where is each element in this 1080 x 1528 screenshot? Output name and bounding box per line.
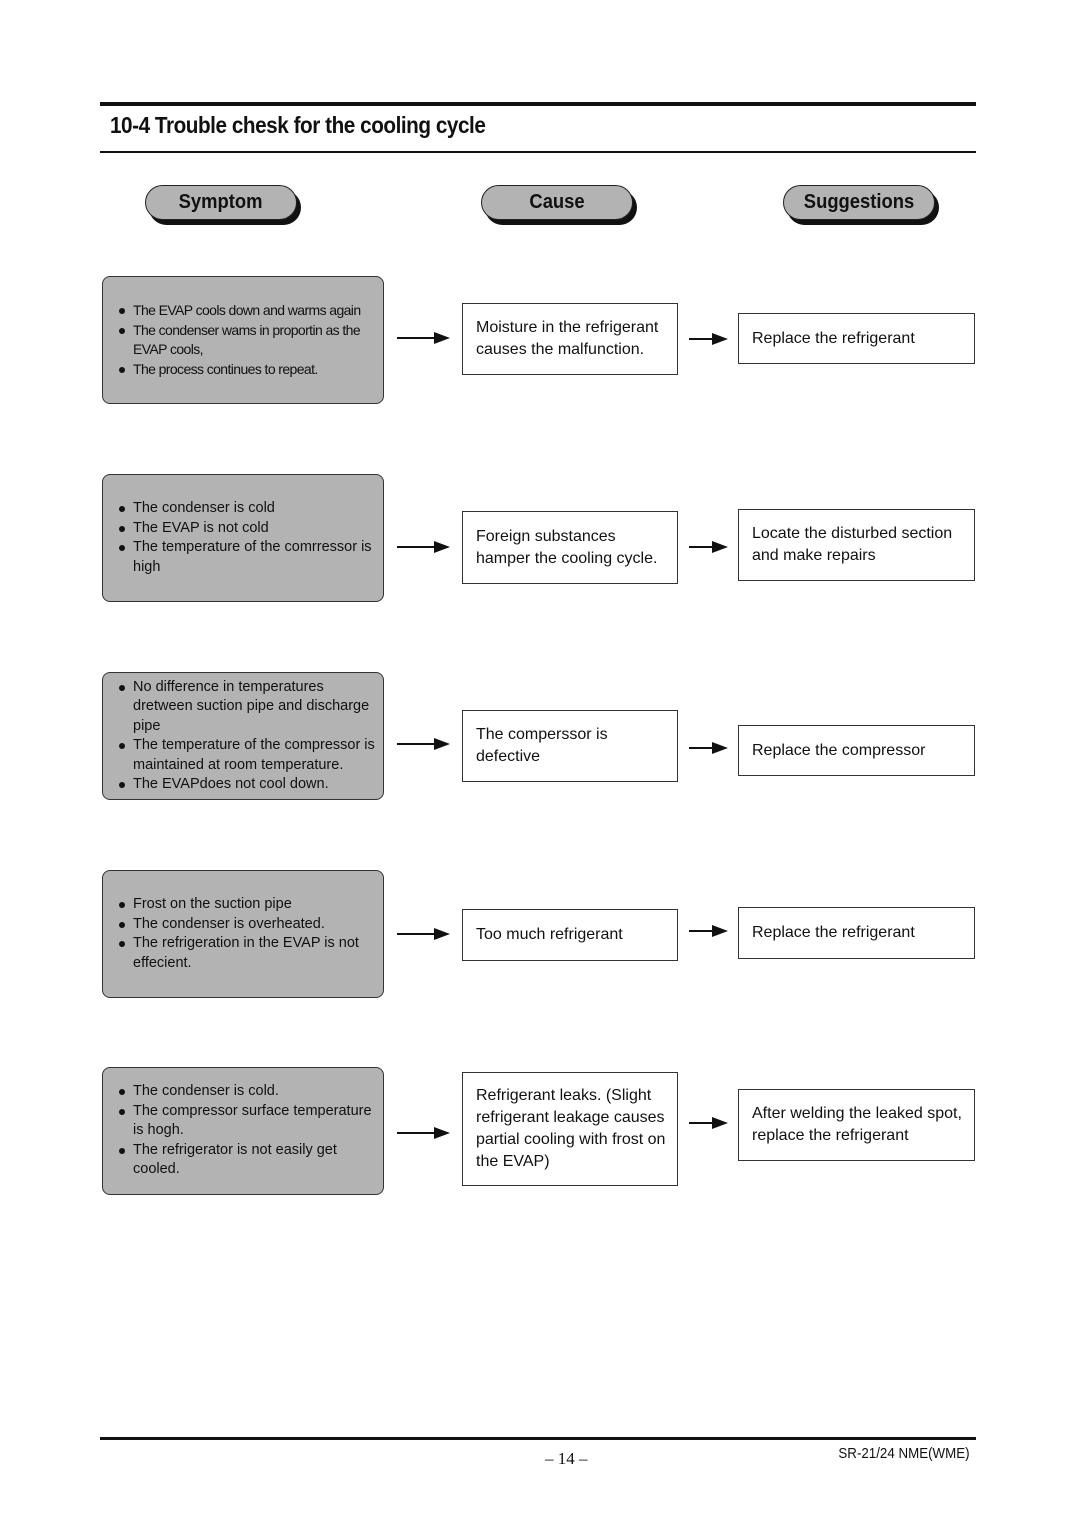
cause-box: Foreign substances hamper the cooling cy… (462, 511, 678, 584)
symptom-item: The compressor surface temperature is ho… (118, 1102, 375, 1141)
cause-column-header: Cause (481, 185, 633, 220)
symptom-box: No difference in temperatures dretween s… (102, 672, 384, 800)
suggestions-column-header: Suggestions (783, 185, 935, 220)
suggestion-box: After welding the leaked spot, replace t… (738, 1089, 975, 1161)
symptom-item: Frost on the suction pipe (118, 895, 375, 915)
symptom-header-label: Symptom (179, 191, 263, 213)
page-title: 10-4 Trouble chesk for the cooling cycle (110, 112, 486, 138)
suggestion-box: Locate the disturbed section and make re… (738, 509, 975, 581)
symptom-list: The condenser is cold The EVAP is not co… (118, 499, 375, 577)
cause-header-label: Cause (529, 191, 585, 213)
symptom-item: The temperature of the compressor is mai… (118, 736, 375, 775)
arrow-right-icon (689, 925, 729, 937)
suggestion-box: Replace the refrigerant (738, 907, 975, 959)
symptom-box: The condenser is cold. The compressor su… (102, 1067, 384, 1195)
symptom-item: The EVAPdoes not cool down. (118, 775, 375, 795)
arrow-right-icon (397, 332, 451, 344)
symptom-item: The EVAP cools down and warms again (118, 301, 375, 321)
symptom-list: The EVAP cools down and warms again The … (118, 301, 375, 379)
arrow-right-icon (689, 333, 729, 345)
arrow-right-icon (689, 1117, 729, 1129)
symptom-box: Frost on the suction pipe The condenser … (102, 870, 384, 998)
symptom-item: The refrigeration in the EVAP is not eff… (118, 934, 375, 973)
suggestion-box: Replace the refrigerant (738, 313, 975, 364)
footer-rule (100, 1437, 976, 1440)
symptom-item: The condenser is cold (118, 499, 375, 519)
title-underline (100, 151, 976, 153)
symptom-item: The condenser is cold. (118, 1082, 375, 1102)
symptom-item: The condenser wams in proportin as the E… (118, 321, 375, 360)
arrow-right-icon (689, 541, 729, 553)
symptom-list: Frost on the suction pipe The condenser … (118, 895, 375, 973)
symptom-list: The condenser is cold. The compressor su… (118, 1082, 375, 1180)
cause-box: Refrigerant leaks. (Slight refrigerant l… (462, 1072, 678, 1186)
symptom-item: The temperature of the comrressor is hig… (118, 538, 375, 577)
symptom-item: The EVAP is not cold (118, 519, 375, 539)
suggestions-header-label: Suggestions (803, 191, 915, 213)
arrow-right-icon (397, 541, 451, 553)
symptom-box: The condenser is cold The EVAP is not co… (102, 474, 384, 602)
symptom-list: No difference in temperatures dretween s… (118, 678, 375, 795)
arrow-right-icon (397, 738, 451, 750)
arrow-right-icon (397, 928, 451, 940)
page-number: – 14 – (545, 1449, 588, 1468)
symptom-item: No difference in temperatures dretween s… (118, 678, 375, 737)
arrow-right-icon (689, 742, 729, 754)
symptom-item: The process continues to repeat. (118, 360, 375, 380)
model-number: SR-21/24 NME(WME) (838, 1446, 970, 1462)
symptom-column-header: Symptom (145, 185, 297, 220)
top-rule (100, 102, 976, 106)
arrow-right-icon (397, 1127, 451, 1139)
cause-box: The comperssor is defective (462, 710, 678, 782)
cause-box: Too much refrigerant (462, 909, 678, 961)
cause-box: Moisture in the refrigerant causes the m… (462, 303, 678, 375)
symptom-box: The EVAP cools down and warms again The … (102, 276, 384, 404)
symptom-item: The condenser is overheated. (118, 915, 375, 935)
symptom-item: The refrigerator is not easily get coole… (118, 1141, 375, 1180)
suggestion-box: Replace the compressor (738, 725, 975, 776)
